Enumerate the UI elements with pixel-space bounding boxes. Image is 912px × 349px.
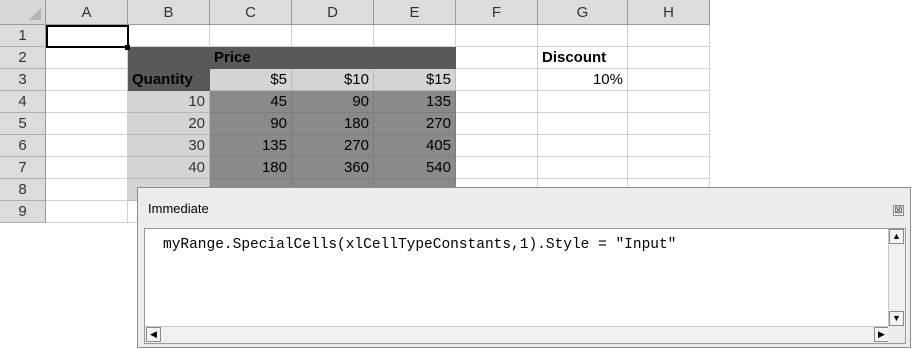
grid-cell[interactable] bbox=[456, 91, 538, 113]
grid-cell[interactable] bbox=[538, 25, 628, 47]
scroll-down-icon[interactable]: ▼ bbox=[889, 311, 904, 326]
price-header-cell[interactable]: Price bbox=[210, 47, 456, 69]
grid-cell[interactable] bbox=[456, 25, 538, 47]
row-header-6[interactable]: 6 bbox=[0, 135, 46, 157]
value-cell[interactable]: 360 bbox=[292, 157, 374, 179]
grid-cell[interactable] bbox=[456, 157, 538, 179]
scroll-up-icon[interactable]: ▲ bbox=[889, 229, 904, 244]
column-header-h[interactable]: H bbox=[628, 0, 710, 25]
select-all-icon bbox=[29, 8, 41, 20]
grid-cell[interactable] bbox=[292, 25, 374, 47]
grid-cell[interactable] bbox=[456, 135, 538, 157]
grid-cell[interactable] bbox=[210, 25, 292, 47]
grid-cell[interactable] bbox=[628, 91, 710, 113]
discount-value-cell[interactable]: 10% bbox=[538, 69, 628, 91]
select-all-corner[interactable] bbox=[0, 0, 46, 25]
grid-cell[interactable] bbox=[628, 135, 710, 157]
grid-cell[interactable] bbox=[46, 113, 128, 135]
fill-handle[interactable] bbox=[125, 45, 130, 50]
column-header-c[interactable]: C bbox=[210, 0, 292, 25]
grid-cell[interactable] bbox=[374, 25, 456, 47]
scroll-left-icon[interactable]: ◀ bbox=[146, 327, 161, 342]
column-header-a[interactable]: A bbox=[46, 0, 128, 25]
scrollbar-corner bbox=[888, 326, 905, 343]
value-cell[interactable]: 180 bbox=[210, 157, 292, 179]
column-header-e[interactable]: E bbox=[374, 0, 456, 25]
grid-cell[interactable] bbox=[628, 157, 710, 179]
price-header-5[interactable]: $5 bbox=[210, 69, 292, 91]
grid-cell[interactable] bbox=[46, 91, 128, 113]
row-header-9[interactable]: 9 bbox=[0, 201, 46, 223]
grid-cell[interactable] bbox=[46, 69, 128, 91]
row-header-7[interactable]: 7 bbox=[0, 157, 46, 179]
quantity-header-cell[interactable]: Quantity bbox=[128, 69, 210, 91]
grid-cell[interactable] bbox=[628, 47, 710, 69]
row-header-3[interactable]: 3 bbox=[0, 69, 46, 91]
price-header-15[interactable]: $15 bbox=[374, 69, 456, 91]
row-header-5[interactable]: 5 bbox=[0, 113, 46, 135]
close-icon[interactable]: ⊠ bbox=[893, 205, 904, 216]
column-header-f[interactable]: F bbox=[456, 0, 538, 25]
discount-label-cell[interactable]: Discount bbox=[538, 47, 628, 69]
grid-cell[interactable] bbox=[538, 91, 628, 113]
quantity-cell[interactable]: 30 bbox=[128, 135, 210, 157]
horizontal-scrollbar[interactable]: ◀ ▶ bbox=[145, 326, 890, 343]
grid-cell[interactable] bbox=[538, 157, 628, 179]
column-header-b[interactable]: B bbox=[128, 0, 210, 25]
grid-cell[interactable] bbox=[456, 47, 538, 69]
active-cell-a1[interactable] bbox=[46, 25, 129, 48]
immediate-code-line[interactable]: myRange.SpecialCells(xlCellTypeConstants… bbox=[163, 237, 676, 253]
grid-cell[interactable] bbox=[128, 25, 210, 47]
quantity-cell[interactable]: 10 bbox=[128, 91, 210, 113]
grid-cell[interactable] bbox=[46, 135, 128, 157]
row-header-2[interactable]: 2 bbox=[0, 47, 46, 69]
row-header-8[interactable]: 8 bbox=[0, 179, 46, 201]
value-cell[interactable]: 540 bbox=[374, 157, 456, 179]
immediate-code-pane[interactable]: myRange.SpecialCells(xlCellTypeConstants… bbox=[144, 228, 906, 344]
quantity-cell[interactable]: 40 bbox=[128, 157, 210, 179]
grid-cell[interactable] bbox=[46, 157, 128, 179]
grid-cell[interactable] bbox=[538, 113, 628, 135]
value-cell[interactable]: 90 bbox=[292, 91, 374, 113]
scroll-right-icon[interactable]: ▶ bbox=[874, 327, 889, 342]
grid-cell[interactable] bbox=[46, 179, 128, 201]
quantity-cell[interactable]: 20 bbox=[128, 113, 210, 135]
column-header-d[interactable]: D bbox=[292, 0, 374, 25]
grid-cell[interactable] bbox=[456, 113, 538, 135]
row-header-4[interactable]: 4 bbox=[0, 91, 46, 113]
price-header-10[interactable]: $10 bbox=[292, 69, 374, 91]
grid-cell[interactable] bbox=[628, 113, 710, 135]
grid-cell[interactable] bbox=[538, 135, 628, 157]
column-header-g[interactable]: G bbox=[538, 0, 628, 25]
immediate-window: Immediate ⊠ myRange.SpecialCells(xlCellT… bbox=[137, 187, 911, 348]
grid-cell[interactable] bbox=[46, 201, 128, 223]
value-cell[interactable]: 405 bbox=[374, 135, 456, 157]
vertical-scrollbar[interactable]: ▲ ▼ bbox=[888, 229, 905, 326]
value-cell[interactable]: 180 bbox=[292, 113, 374, 135]
row-header-1[interactable]: 1 bbox=[0, 25, 46, 47]
grid-cell[interactable] bbox=[628, 25, 710, 47]
grid-cell[interactable] bbox=[46, 47, 128, 69]
value-cell[interactable]: 135 bbox=[374, 91, 456, 113]
value-cell[interactable]: 135 bbox=[210, 135, 292, 157]
immediate-window-title: Immediate bbox=[148, 201, 209, 216]
cell-b2[interactable] bbox=[128, 47, 210, 69]
value-cell[interactable]: 270 bbox=[292, 135, 374, 157]
grid-cell[interactable] bbox=[628, 69, 710, 91]
grid-cell[interactable] bbox=[456, 69, 538, 91]
value-cell[interactable]: 45 bbox=[210, 91, 292, 113]
value-cell[interactable]: 270 bbox=[374, 113, 456, 135]
value-cell[interactable]: 90 bbox=[210, 113, 292, 135]
